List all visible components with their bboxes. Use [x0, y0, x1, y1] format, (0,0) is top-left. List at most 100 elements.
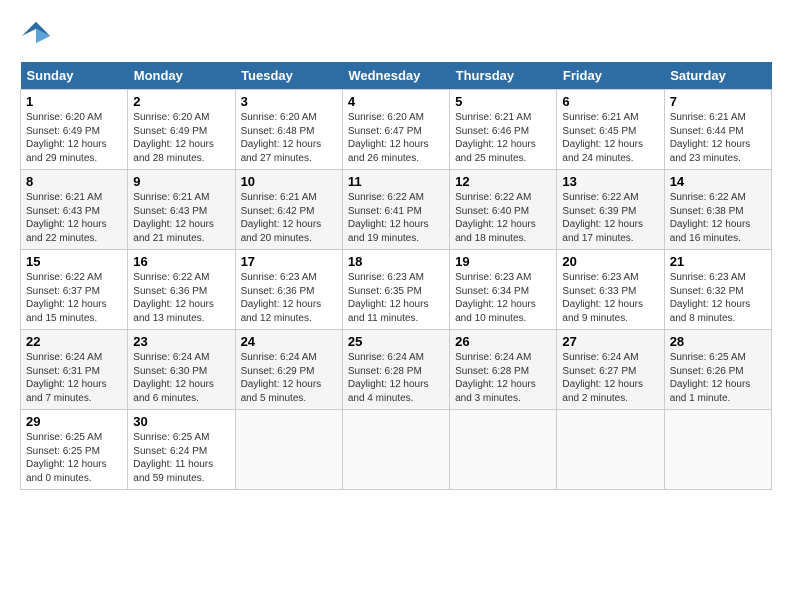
calendar-cell: 1Sunrise: 6:20 AMSunset: 6:49 PMDaylight…: [21, 90, 128, 170]
day-content: Sunrise: 6:22 AMSunset: 6:36 PMDaylight:…: [133, 271, 229, 325]
day-number: 23: [133, 334, 229, 349]
day-number: 18: [348, 254, 444, 269]
day-number: 5: [455, 94, 551, 109]
calendar-cell: 26 Sunrise: 6:24 AMSunset: 6:28 PMDayligh…: [450, 330, 557, 410]
calendar-cell: 11 Sunrise: 6:22 AMSunset: 6:41 PMDayligh…: [342, 170, 449, 250]
calendar-cell: 28Sunrise: 6:25 AMSunset: 6:26 PMDayligh…: [664, 330, 771, 410]
day-content: Sunrise: 6:22 AMSunset: 6:39 PMDaylight:…: [562, 191, 658, 245]
day-content: Sunrise: 6:25 AMSunset: 6:25 PMDaylight:…: [26, 431, 122, 485]
weekday-header-monday: Monday: [128, 62, 235, 90]
calendar-cell: 8 Sunrise: 6:21 AMSunset: 6:43 PMDaylight…: [21, 170, 128, 250]
weekday-header-wednesday: Wednesday: [342, 62, 449, 90]
calendar-cell: 14Sunrise: 6:22 AMSunset: 6:38 PMDayligh…: [664, 170, 771, 250]
weekday-header-tuesday: Tuesday: [235, 62, 342, 90]
calendar-cell: 24 Sunrise: 6:24 AMSunset: 6:29 PMDayligh…: [235, 330, 342, 410]
day-content: Sunrise: 6:23 AMSunset: 6:35 PMDaylight:…: [348, 271, 444, 325]
calendar-cell: 10 Sunrise: 6:21 AMSunset: 6:42 PMDayligh…: [235, 170, 342, 250]
weekday-header-sunday: Sunday: [21, 62, 128, 90]
day-content: Sunrise: 6:21 AMSunset: 6:45 PMDaylight:…: [562, 111, 658, 165]
calendar-cell: 7 Sunrise: 6:21 AMSunset: 6:44 PMDaylight…: [664, 90, 771, 170]
day-content: Sunrise: 6:20 AMSunset: 6:47 PMDaylight:…: [348, 111, 444, 165]
calendar-cell: 23 Sunrise: 6:24 AMSunset: 6:30 PMDayligh…: [128, 330, 235, 410]
calendar-cell: 6 Sunrise: 6:21 AMSunset: 6:45 PMDaylight…: [557, 90, 664, 170]
weekday-header-thursday: Thursday: [450, 62, 557, 90]
week-row-2: 8 Sunrise: 6:21 AMSunset: 6:43 PMDaylight…: [21, 170, 772, 250]
week-row-1: 1 Sunrise: 6:20 AMSunset: 6:49 PMDaylight…: [21, 90, 772, 170]
calendar-cell: 5 Sunrise: 6:21 AMSunset: 6:46 PMDaylight…: [450, 90, 557, 170]
calendar-cell: 17 Sunrise: 6:23 AMSunset: 6:36 PMDayligh…: [235, 250, 342, 330]
day-number: 16: [133, 254, 229, 269]
day-content: Sunrise: 6:21 AMSunset: 6:42 PMDaylight:…: [241, 191, 337, 245]
day-content: Sunrise: 6:25 AMSunset: 6:26 PMDaylight:…: [670, 351, 766, 405]
day-content: Sunrise: 6:24 AMSunset: 6:31 PMDaylight:…: [26, 351, 122, 405]
calendar-cell: 20Sunrise: 6:23 AMSunset: 6:33 PMDayligh…: [557, 250, 664, 330]
week-row-5: 29 Sunrise: 6:25 AMSunset: 6:25 PMDayligh…: [21, 410, 772, 490]
day-content: Sunrise: 6:24 AMSunset: 6:28 PMDaylight:…: [348, 351, 444, 405]
day-number: 21: [670, 254, 766, 269]
day-number: 9: [133, 174, 229, 189]
day-number: 1: [26, 94, 122, 109]
day-number: 13: [562, 174, 658, 189]
calendar-cell: [557, 410, 664, 490]
weekday-header-friday: Friday: [557, 62, 664, 90]
calendar-cell: [342, 410, 449, 490]
calendar-cell: 21 Sunrise: 6:23 AMSunset: 6:32 PMDayligh…: [664, 250, 771, 330]
day-number: 7: [670, 94, 766, 109]
day-content: Sunrise: 6:21 AMSunset: 6:46 PMDaylight:…: [455, 111, 551, 165]
calendar-cell: 25 Sunrise: 6:24 AMSunset: 6:28 PMDayligh…: [342, 330, 449, 410]
calendar-cell: 15 Sunrise: 6:22 AMSunset: 6:37 PMDayligh…: [21, 250, 128, 330]
day-number: 25: [348, 334, 444, 349]
day-number: 17: [241, 254, 337, 269]
day-content: Sunrise: 6:22 AMSunset: 6:38 PMDaylight:…: [670, 191, 766, 245]
day-number: 12: [455, 174, 551, 189]
calendar-cell: 9 Sunrise: 6:21 AMSunset: 6:43 PMDaylight…: [128, 170, 235, 250]
day-number: 26: [455, 334, 551, 349]
day-content: Sunrise: 6:23 AMSunset: 6:32 PMDaylight:…: [670, 271, 766, 325]
day-number: 8: [26, 174, 122, 189]
day-content: Sunrise: 6:24 AMSunset: 6:27 PMDaylight:…: [562, 351, 658, 405]
calendar-table: SundayMondayTuesdayWednesdayThursdayFrid…: [20, 62, 772, 490]
calendar-cell: 30 Sunrise: 6:25 AMSunset: 6:24 PMDayligh…: [128, 410, 235, 490]
calendar-cell: [450, 410, 557, 490]
calendar-cell: 3Sunrise: 6:20 AMSunset: 6:48 PMDaylight…: [235, 90, 342, 170]
day-content: Sunrise: 6:21 AMSunset: 6:43 PMDaylight:…: [133, 191, 229, 245]
day-number: 29: [26, 414, 122, 429]
day-content: Sunrise: 6:22 AMSunset: 6:40 PMDaylight:…: [455, 191, 551, 245]
day-content: Sunrise: 6:23 AMSunset: 6:34 PMDaylight:…: [455, 271, 551, 325]
day-content: Sunrise: 6:20 AMSunset: 6:49 PMDaylight:…: [133, 111, 229, 165]
day-content: Sunrise: 6:24 AMSunset: 6:30 PMDaylight:…: [133, 351, 229, 405]
calendar-cell: 29 Sunrise: 6:25 AMSunset: 6:25 PMDayligh…: [21, 410, 128, 490]
calendar-cell: 27 Sunrise: 6:24 AMSunset: 6:27 PMDayligh…: [557, 330, 664, 410]
calendar-cell: 2 Sunrise: 6:20 AMSunset: 6:49 PMDaylight…: [128, 90, 235, 170]
day-content: Sunrise: 6:20 AMSunset: 6:48 PMDaylight:…: [241, 111, 337, 165]
day-content: Sunrise: 6:24 AMSunset: 6:28 PMDaylight:…: [455, 351, 551, 405]
calendar-cell: [664, 410, 771, 490]
day-number: 22: [26, 334, 122, 349]
logo: [20, 20, 58, 52]
day-content: Sunrise: 6:25 AMSunset: 6:24 PMDaylight:…: [133, 431, 229, 485]
calendar-cell: 12 Sunrise: 6:22 AMSunset: 6:40 PMDayligh…: [450, 170, 557, 250]
day-number: 4: [348, 94, 444, 109]
day-content: Sunrise: 6:21 AMSunset: 6:43 PMDaylight:…: [26, 191, 122, 245]
page-header: [20, 20, 772, 52]
calendar-cell: 13 Sunrise: 6:22 AMSunset: 6:39 PMDayligh…: [557, 170, 664, 250]
day-content: Sunrise: 6:21 AMSunset: 6:44 PMDaylight:…: [670, 111, 766, 165]
calendar-cell: 19 Sunrise: 6:23 AMSunset: 6:34 PMDayligh…: [450, 250, 557, 330]
day-number: 6: [562, 94, 658, 109]
day-number: 30: [133, 414, 229, 429]
day-content: Sunrise: 6:22 AMSunset: 6:41 PMDaylight:…: [348, 191, 444, 245]
week-row-4: 22 Sunrise: 6:24 AMSunset: 6:31 PMDayligh…: [21, 330, 772, 410]
day-number: 15: [26, 254, 122, 269]
weekday-header-row: SundayMondayTuesdayWednesdayThursdayFrid…: [21, 62, 772, 90]
day-number: 10: [241, 174, 337, 189]
day-content: Sunrise: 6:23 AMSunset: 6:33 PMDaylight:…: [562, 271, 658, 325]
day-number: 24: [241, 334, 337, 349]
day-content: Sunrise: 6:24 AMSunset: 6:29 PMDaylight:…: [241, 351, 337, 405]
day-number: 2: [133, 94, 229, 109]
day-number: 19: [455, 254, 551, 269]
day-content: Sunrise: 6:22 AMSunset: 6:37 PMDaylight:…: [26, 271, 122, 325]
day-number: 27: [562, 334, 658, 349]
day-number: 11: [348, 174, 444, 189]
day-content: Sunrise: 6:23 AMSunset: 6:36 PMDaylight:…: [241, 271, 337, 325]
week-row-3: 15 Sunrise: 6:22 AMSunset: 6:37 PMDayligh…: [21, 250, 772, 330]
